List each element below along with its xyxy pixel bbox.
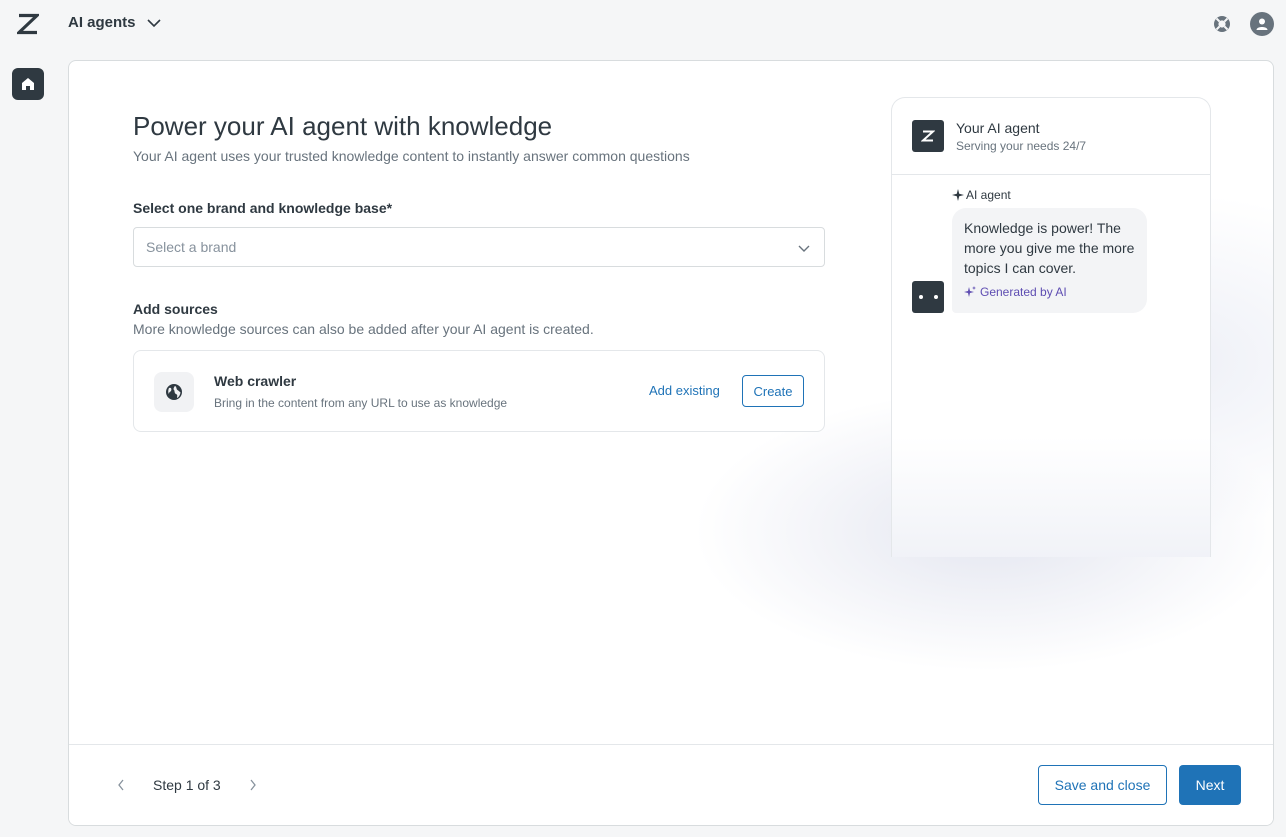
add-existing-button[interactable]: Add existing — [649, 383, 720, 398]
preview-fade — [892, 437, 1210, 557]
user-avatar[interactable] — [1250, 12, 1274, 36]
chevron-down-icon — [798, 245, 810, 252]
sources-subtitle: More knowledge sources can also be added… — [133, 321, 594, 337]
create-button[interactable]: Create — [742, 375, 804, 407]
brand-select[interactable]: Select a brand — [133, 227, 825, 267]
page-title: Power your AI agent with knowledge — [133, 111, 553, 141]
source-name: Web crawler — [214, 373, 297, 389]
generated-by-ai-text: Generated by AI — [980, 285, 1067, 299]
bot-sender-label: AI agent — [952, 188, 1011, 202]
brand-select-label: Select one brand and knowledge base* — [133, 200, 393, 216]
bot-avatar — [912, 281, 944, 313]
product-name: AI agents — [68, 14, 136, 31]
zendesk-logo[interactable] — [17, 13, 39, 35]
ai-sparkle-icon — [964, 286, 976, 297]
chevron-right-icon[interactable] — [247, 777, 259, 793]
agent-preview: Your AI agent Serving your needs 24/7 AI… — [891, 97, 1211, 557]
save-and-close-button[interactable]: Save and close — [1038, 765, 1167, 805]
preview-tagline: Serving your needs 24/7 — [956, 139, 1087, 153]
bot-avatar-eye — [919, 295, 923, 299]
preview-agent-name: Your AI agent — [956, 120, 1040, 136]
wizard-footer: Step 1 of 3 Save and close Next — [69, 744, 1273, 825]
sources-title: Add sources — [133, 301, 218, 317]
preview-logo — [912, 120, 944, 152]
source-card-web-crawler: Web crawler Bring in the content from an… — [133, 350, 825, 432]
home-icon — [22, 78, 34, 90]
bot-sender-name: AI agent — [966, 188, 1011, 202]
bot-avatar-eye — [934, 295, 938, 299]
page-subtitle: Your AI agent uses your trusted knowledg… — [133, 148, 690, 164]
chevron-left-icon[interactable] — [115, 777, 127, 793]
setup-panel: Power your AI agent with knowledge Your … — [68, 60, 1274, 826]
step-indicator: Step 1 of 3 — [153, 777, 221, 793]
nav-home-button[interactable] — [12, 68, 44, 100]
help-icon[interactable] — [1212, 14, 1232, 34]
user-avatar-icon — [1256, 18, 1268, 30]
globe-icon — [166, 384, 182, 400]
product-switcher[interactable]: AI agents — [68, 14, 162, 31]
source-icon-container — [154, 372, 194, 412]
sparkle-icon — [952, 189, 964, 201]
source-description: Bring in the content from any URL to use… — [214, 396, 508, 410]
zendesk-logo-icon — [921, 130, 935, 142]
chevron-down-icon — [146, 18, 161, 27]
next-button[interactable]: Next — [1179, 765, 1241, 805]
bot-message-bubble: Knowledge is power! The more you give me… — [952, 208, 1147, 313]
bot-message-text: Knowledge is power! The more you give me… — [964, 220, 1135, 276]
preview-header: Your AI agent Serving your needs 24/7 — [892, 98, 1210, 175]
top-bar: AI agents — [0, 0, 1286, 48]
brand-select-placeholder: Select a brand — [146, 239, 237, 255]
generated-by-ai-label: Generated by AI — [964, 285, 1135, 299]
